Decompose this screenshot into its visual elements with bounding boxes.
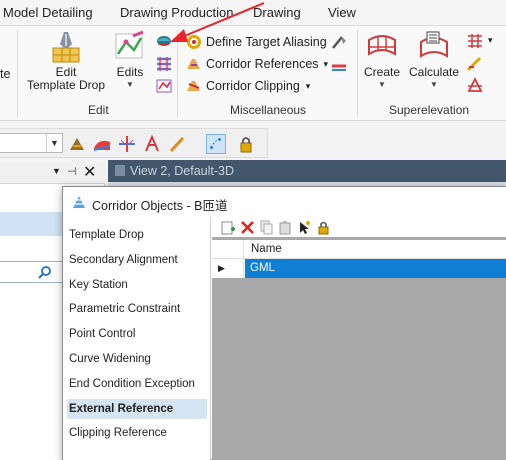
edits-icon — [115, 30, 144, 59]
pin-icon[interactable]: ⊣ — [67, 165, 77, 178]
corridor-objects-dialog: Corridor Objects - B匝道 Template Drop Sec… — [62, 186, 506, 460]
corridor-clipping-label: Corridor Clipping — [206, 79, 300, 93]
corridor-clipping-icon — [187, 81, 200, 91]
corridor-references-label: Corridor References — [206, 57, 319, 71]
group-separator — [357, 30, 358, 118]
superelevation-report-icon[interactable] — [466, 77, 484, 95]
pen-tool-icon[interactable] — [167, 134, 187, 154]
edit-template-drop-label-2: Template Drop — [26, 78, 106, 92]
chevron-down-icon[interactable]: ▼ — [46, 134, 62, 152]
search-icon[interactable] — [38, 265, 52, 279]
category-secondary-alignment[interactable]: Secondary Alignment — [67, 250, 207, 270]
edits-button[interactable]: Edits ▼ — [112, 30, 148, 89]
row-header-corner — [212, 240, 244, 259]
category-template-drop[interactable]: Template Drop — [67, 225, 207, 245]
grid-toolbar — [212, 217, 506, 237]
grid-header: Name — [212, 240, 506, 259]
text-tool-icon[interactable] — [142, 134, 162, 154]
explorer-panel-header: ▼ ⊣ ✕ — [0, 162, 105, 184]
table-cell-name[interactable]: GML — [245, 259, 506, 278]
superelevation-edit-icon[interactable] — [466, 55, 484, 73]
corridor-tool-icon[interactable] — [67, 134, 87, 154]
column-header-name[interactable]: Name — [251, 243, 282, 255]
tab-model-detailing[interactable]: Model Detailing — [3, 5, 93, 20]
corridor-references-button[interactable]: Corridor References ▾ — [186, 54, 328, 74]
snap-tool-icon[interactable] — [206, 134, 226, 154]
category-key-station[interactable]: Key Station — [67, 275, 207, 295]
category-clipping-reference[interactable]: Clipping Reference — [67, 423, 207, 443]
category-curve-widening[interactable]: Curve Widening — [67, 349, 207, 369]
superelevation-calculate-button[interactable]: Calculate ▼ — [406, 30, 462, 89]
tab-view[interactable]: View — [328, 5, 356, 20]
edit-group-label: Edit — [88, 103, 109, 117]
lock-icon[interactable] — [236, 134, 256, 154]
objects-grid-panel: Name ▶ GML — [212, 217, 506, 460]
copy-icon[interactable] — [259, 220, 274, 235]
add-icon[interactable] — [221, 220, 236, 235]
table-row[interactable]: ▶ GML — [212, 259, 506, 278]
chevron-down-icon[interactable]: ▼ — [52, 166, 61, 176]
chevron-down-icon: ▾ — [323, 58, 329, 69]
corridor-references-icon — [187, 59, 200, 69]
category-parametric-constraint[interactable]: Parametric Constraint — [67, 299, 207, 319]
chevron-down-icon: ▼ — [378, 80, 386, 89]
chevron-down-icon: ▼ — [430, 80, 438, 89]
miscellaneous-group-label: Miscellaneous — [230, 103, 307, 117]
corridor-review-icon[interactable] — [155, 77, 173, 95]
alignment-tool-icon[interactable] — [117, 134, 137, 154]
corridor-objects-icon — [73, 196, 85, 208]
calculate-label: Calculate — [408, 65, 460, 79]
paste-icon[interactable] — [278, 220, 293, 235]
close-icon[interactable]: ✕ — [83, 162, 96, 182]
terrain-tool-icon[interactable] — [92, 134, 112, 154]
toolbar-combo[interactable]: ▼ — [0, 133, 63, 153]
edit-template-drop-button[interactable]: Edit Template Drop — [24, 30, 108, 92]
select-icon[interactable] — [297, 220, 312, 235]
dialog-title: Corridor Objects - B匝道 — [92, 199, 228, 213]
brush-tool-icon[interactable] — [330, 33, 348, 51]
superelevation-grid-icon[interactable] — [466, 32, 484, 50]
category-end-condition-exception[interactable]: End Condition Exception — [67, 374, 207, 394]
view-icon — [115, 165, 125, 176]
superelevation-group-label: Superelevation — [389, 103, 470, 117]
superelevation-create-icon — [368, 35, 396, 56]
corridor-color-icon[interactable] — [330, 56, 348, 74]
corridor-clipping-button[interactable]: Corridor Clipping ▾ — [186, 76, 310, 96]
create-label: Create — [363, 65, 401, 79]
lock-icon[interactable] — [316, 220, 331, 235]
cut-button-label[interactable]: te — [0, 67, 10, 81]
view-title-bar: View 2, Default-3D — [108, 160, 506, 182]
chevron-down-icon: ▾ — [488, 35, 493, 45]
group-separator — [17, 30, 18, 118]
chevron-down-icon: ▾ — [305, 80, 311, 91]
category-external-reference[interactable]: External Reference — [67, 399, 207, 419]
template-drop-icon — [52, 32, 80, 63]
edits-label: Edits — [116, 65, 144, 79]
category-list: Template Drop Secondary Alignment Key St… — [63, 217, 211, 460]
category-point-control[interactable]: Point Control — [67, 324, 207, 344]
superelevation-calculate-icon — [420, 31, 448, 58]
row-selector-icon[interactable]: ▶ — [212, 259, 244, 278]
toolbar: ▼ — [0, 128, 268, 158]
corridor-edit-icon[interactable] — [155, 55, 173, 73]
view-title: View 2, Default-3D — [130, 164, 234, 178]
delete-icon[interactable] — [240, 220, 255, 235]
chevron-down-icon: ▼ — [126, 80, 134, 89]
superelevation-create-button[interactable]: Create ▼ — [362, 30, 402, 89]
annotation-arrow-icon — [170, 2, 265, 42]
dialog-title-bar: Corridor Objects - B匝道 — [63, 187, 506, 217]
